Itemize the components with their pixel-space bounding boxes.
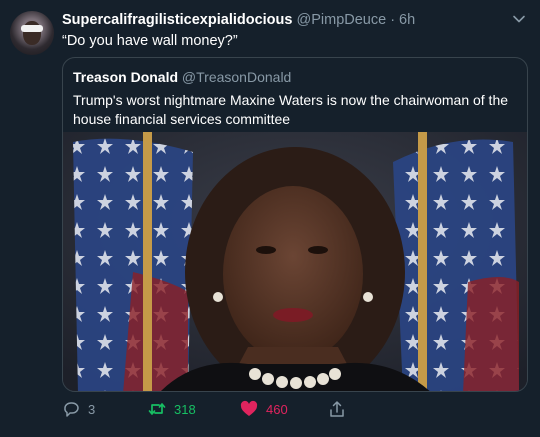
tweet-text: “Do you have wall money?” [62,33,238,49]
tweet-header: Supercalifragilisticexpialidocious @Pimp… [62,12,415,28]
quoted-tweet[interactable]: Treason Donald @TreasonDonald Trump's wo… [62,57,528,392]
quoted-author-handle: @TreasonDonald [181,69,292,85]
author-name[interactable]: Supercalifragilisticexpialidocious [62,12,292,28]
share-button[interactable] [328,400,346,418]
retweet-button[interactable]: 318 [148,400,196,418]
quoted-tweet-header: Treason Donald @TreasonDonald [73,69,291,85]
like-button[interactable]: 460 [240,400,288,418]
tweet-actions: 3 318 460 [62,400,522,422]
quoted-tweet-photo[interactable] [63,132,528,392]
like-count: 460 [266,401,288,417]
reply-button[interactable]: 3 [62,400,95,418]
avatar-glasses [21,25,43,32]
tweet[interactable]: Supercalifragilisticexpialidocious @Pimp… [0,0,540,437]
reply-icon [64,402,79,417]
chevron-down-icon[interactable] [512,12,526,26]
retweet-count: 318 [174,401,196,417]
quoted-author-name: Treason Donald [73,69,179,85]
tweet-time[interactable]: · 6h [390,12,415,28]
quoted-tweet-text: Trump's worst nightmare Maxine Waters is… [73,92,509,127]
avatar[interactable] [10,11,54,55]
author-handle[interactable]: @PimpDeuce [297,12,387,28]
heart-icon [240,400,258,416]
reply-count: 3 [88,401,96,417]
retweet-icon [148,403,166,415]
share-icon [330,401,344,417]
